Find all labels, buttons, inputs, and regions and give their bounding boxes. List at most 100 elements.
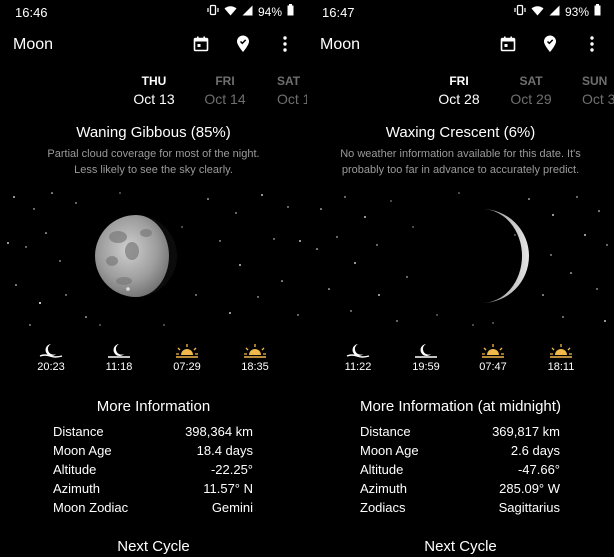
day-of-week: SAT [519, 74, 543, 88]
date-selector: FRI Oct 28 SAT Oct 29 SUN Oct 3 [307, 74, 614, 108]
info-key: Moon Age [53, 443, 112, 458]
status-time: 16:46 [15, 5, 48, 20]
info-row-zodiac: Moon Zodiac Gemini [53, 500, 253, 519]
info-key: Altitude [360, 462, 404, 477]
status-time: 16:47 [322, 5, 355, 20]
date-selector: THU Oct 13 FRI Oct 14 SAT Oct 1 [0, 74, 307, 108]
location-button[interactable] [233, 34, 253, 54]
moonrise-icon [39, 344, 63, 358]
more-options-button[interactable] [582, 34, 602, 54]
location-pin-icon [237, 35, 249, 52]
info-value: Gemini [211, 500, 253, 515]
day-fri[interactable]: FRI Oct 28 [429, 74, 489, 107]
battery-percent: 93% [564, 4, 589, 19]
stars [316, 192, 608, 326]
battery-icon [287, 4, 294, 19]
info-row-distance: Distance 369,817 km [360, 424, 560, 443]
event-time: 20:23 [37, 361, 65, 373]
day-of-week: SAT [277, 74, 301, 88]
info-value: 2.6 days [510, 443, 560, 458]
moonset-icon [108, 344, 130, 358]
event-time: 11:22 [344, 361, 372, 373]
moon-image [482, 209, 529, 303]
calendar-icon [193, 36, 209, 52]
battery-percent: 94% [257, 4, 282, 19]
more-info-title: More Information (at midnight) [360, 398, 561, 415]
day-of-week: SUN [582, 74, 608, 88]
day-fri[interactable]: FRI Oct 14 [195, 74, 255, 107]
day-date: Oct 3 [582, 91, 614, 107]
info-key: Moon Zodiac [53, 500, 129, 515]
day-thu[interactable]: THU Oct 13 [124, 74, 184, 107]
more-options-button[interactable] [275, 34, 295, 54]
location-button[interactable] [540, 34, 560, 54]
event-time: 07:47 [479, 361, 507, 373]
wifi-icon [224, 5, 237, 19]
event-time: 11:18 [105, 361, 133, 373]
day-sun[interactable]: SUN Oct 3 [573, 74, 614, 107]
day-date: Oct 28 [438, 91, 480, 107]
moonset-event: 11:18 [94, 343, 144, 373]
day-sat[interactable]: SAT Oct 29 [501, 74, 561, 107]
phone-screen-right: 16:47 93% Moon FRI Oct 28 SAT Oct 29 SUN… [307, 0, 614, 557]
event-time: 19:59 [412, 361, 440, 373]
moonrise-icon [346, 344, 370, 358]
day-date: Oct 1 [277, 91, 307, 107]
info-row-azimuth: Azimuth 11.57° N [53, 481, 253, 500]
calendar-button[interactable] [498, 34, 518, 54]
status-bar: 16:46 94% [0, 4, 307, 22]
day-date: Oct 14 [204, 91, 246, 107]
phone-screen-left: 16:46 94% Moon THU Oct 13 FRI Oct 14 SAT… [0, 0, 307, 557]
info-row-altitude: Altitude -47.66° [360, 462, 560, 481]
wifi-icon [531, 5, 544, 19]
sunset-icon [550, 344, 572, 358]
moon-sky [316, 192, 608, 326]
info-row-altitude: Altitude -22.25° [53, 462, 253, 481]
sunrise-icon [482, 344, 504, 358]
status-bar: 16:47 93% [307, 4, 614, 22]
info-key: Distance [360, 424, 411, 439]
moonset-icon [415, 344, 437, 358]
rise-set-times: 11:22 19:59 07:47 18:11 [307, 343, 614, 379]
moonrise-event: 11:22 [333, 343, 383, 373]
sunrise-event: 07:47 [468, 343, 518, 373]
signal-icon [242, 5, 253, 19]
info-row-distance: Distance 398,364 km [53, 424, 253, 443]
event-time: 18:11 [547, 361, 575, 373]
event-time: 07:29 [173, 361, 201, 373]
info-key: Zodiacs [360, 500, 406, 515]
app-title: Moon [13, 36, 54, 53]
app-title: Moon [320, 36, 361, 53]
info-value: Sagittarius [498, 500, 560, 515]
day-of-week: FRI [449, 74, 469, 88]
next-cycle-heading[interactable]: Next Cycle [307, 538, 614, 555]
info-value: 369,817 km [492, 424, 560, 439]
next-cycle-heading[interactable]: Next Cycle [0, 538, 307, 555]
info-row-moon-age: Moon Age 2.6 days [360, 443, 560, 462]
app-bar: Moon [0, 30, 307, 60]
calendar-button[interactable] [191, 34, 211, 54]
day-of-week: THU [141, 74, 167, 88]
moon-phase-title: Waxing Crescent (6%) [385, 124, 536, 141]
more-info-title: More Information [96, 398, 211, 415]
moon-sky [7, 192, 301, 326]
more-vert-icon [590, 36, 594, 52]
sunrise-icon [176, 344, 198, 358]
rise-set-times: 20:23 11:18 07:29 18:35 [0, 343, 307, 379]
battery-icon [594, 4, 601, 19]
sunset-event: 18:35 [230, 343, 280, 373]
location-pin-icon [544, 35, 556, 52]
info-key: Moon Age [360, 443, 419, 458]
info-value: 18.4 days [196, 443, 253, 458]
more-vert-icon [283, 36, 287, 52]
info-key: Azimuth [360, 481, 407, 496]
vibrate-icon [207, 4, 219, 19]
day-date: Oct 29 [510, 91, 552, 107]
day-sat[interactable]: SAT Oct 1 [268, 74, 307, 107]
event-time: 18:35 [241, 361, 269, 373]
info-row-azimuth: Azimuth 285.09° W [360, 481, 560, 500]
day-of-week: FRI [215, 74, 235, 88]
info-row-zodiac: Zodiacs Sagittarius [360, 500, 560, 519]
info-row-moon-age: Moon Age 18.4 days [53, 443, 253, 462]
sunset-event: 18:11 [536, 343, 586, 373]
